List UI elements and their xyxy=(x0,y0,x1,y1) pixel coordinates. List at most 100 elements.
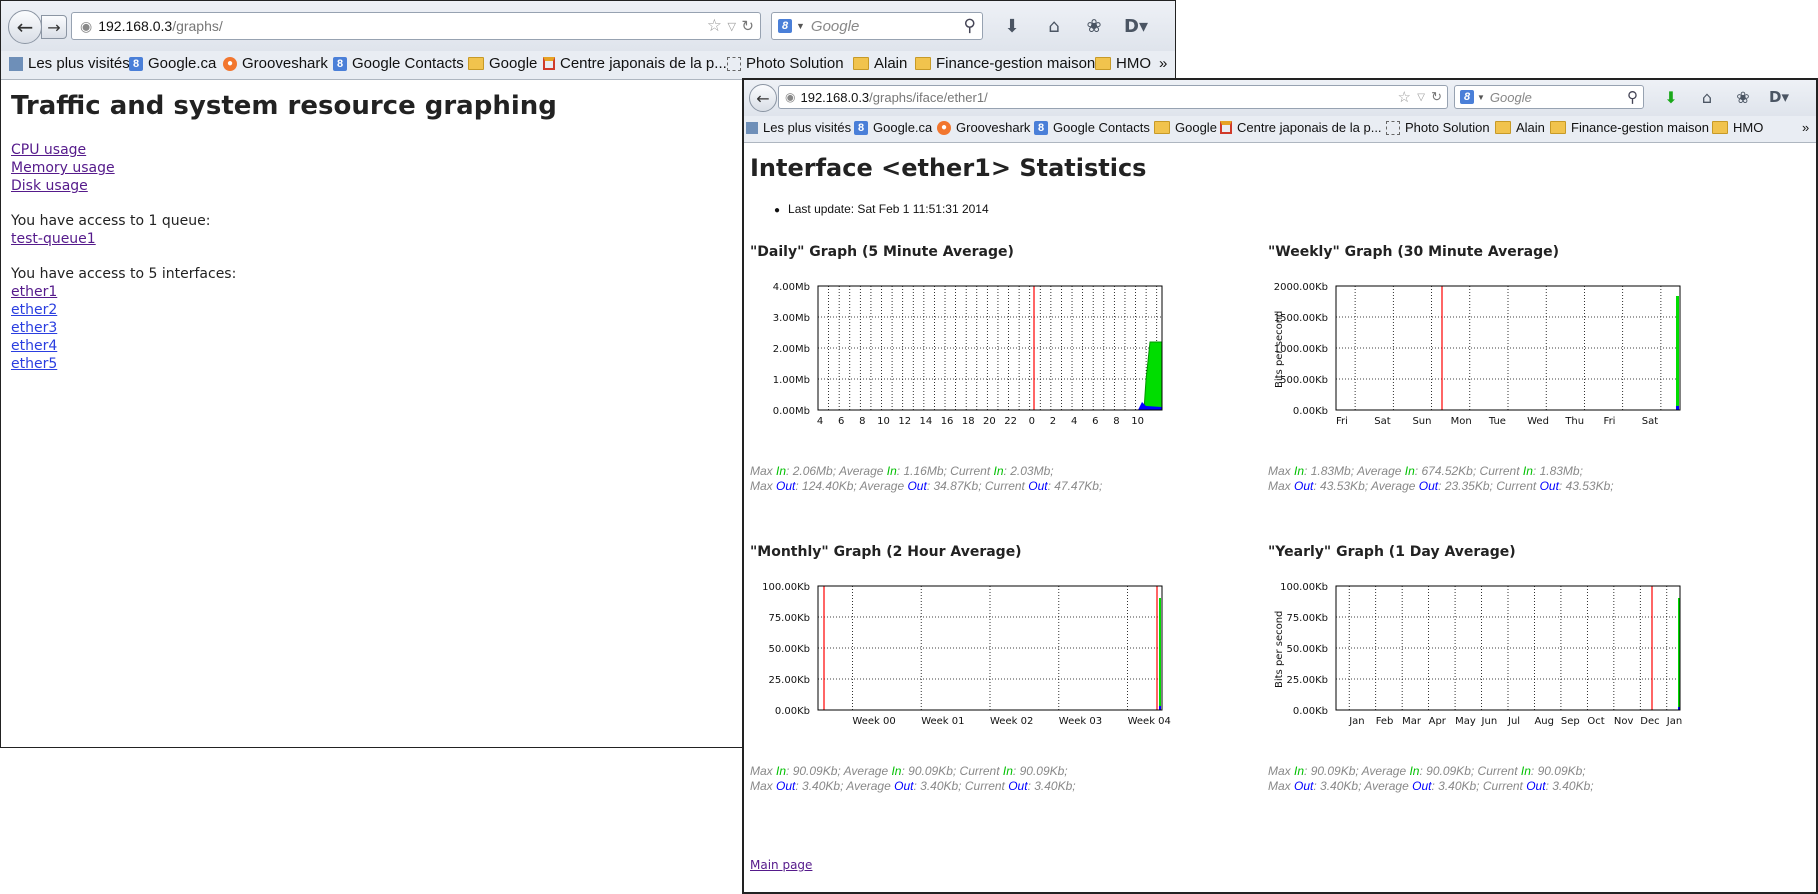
bookmark-item[interactable]: Alain xyxy=(1495,120,1545,135)
disk-usage-link[interactable]: Disk usage xyxy=(11,177,557,195)
bookmark-item[interactable]: Les plus visités xyxy=(9,55,130,72)
google-icon: 8 xyxy=(1034,120,1048,135)
engine-dropdown-icon[interactable]: ▼ xyxy=(796,21,805,31)
x-tick-label: 6 xyxy=(1092,416,1098,427)
x-tick-label: 14 xyxy=(920,416,933,427)
page-icon xyxy=(727,56,741,71)
google-engine-icon[interactable]: 8 xyxy=(1460,90,1474,104)
bookmark-item[interactable]: Finance-gestion maison xyxy=(915,55,1095,72)
bookmark-item[interactable]: ● Grooveshark xyxy=(223,55,328,72)
home-icon[interactable]: ⌂ xyxy=(1041,13,1067,39)
bookmark-item[interactable]: Centre japonais de la p... xyxy=(543,55,727,72)
x-tick-label: 6 xyxy=(838,416,844,427)
bookmark-item[interactable]: Google xyxy=(468,55,537,72)
bookmark-star-icon[interactable]: ☆ xyxy=(1398,88,1411,106)
y-axis-label: Bits per second xyxy=(1274,611,1285,688)
search-box[interactable]: 8 ▼ Google ⚲ xyxy=(771,12,983,40)
cpu-usage-link[interactable]: CPU usage xyxy=(11,141,557,159)
home-icon[interactable]: ⌂ xyxy=(1694,84,1720,110)
bookmark-item[interactable]: Photo Solution xyxy=(1386,120,1490,135)
google-icon: 8 xyxy=(129,56,143,71)
search-box[interactable]: 8 ▼ Google ⚲ xyxy=(1454,85,1644,109)
search-icon[interactable]: ⚲ xyxy=(1627,88,1638,106)
x-tick-label: Sep xyxy=(1561,716,1580,727)
bookmarks-menu-icon xyxy=(9,56,23,71)
x-tick-label: Jun xyxy=(1481,716,1498,727)
x-tick-label: 18 xyxy=(962,416,975,427)
bookmark-item[interactable]: 8 Google.ca xyxy=(854,120,932,135)
dropdown-icon[interactable]: ▽ xyxy=(728,20,736,33)
queue-link-test-queue1[interactable]: test-queue1 xyxy=(11,230,557,248)
y-tick-label: 100.00Kb xyxy=(762,582,810,593)
x-tick-label: 10 xyxy=(1131,416,1144,427)
daily-graph: 4.00Mb 3.00Mb 2.00Mb 1.00Mb 0.00Mb 4 6 8 10 12 14 1… xyxy=(773,282,1163,427)
back-button[interactable]: ← xyxy=(749,84,777,112)
yearly-graph: 100.00Kb 75.00Kb 50.00Kb 25.00Kb 0.00Kb Jan Fe… xyxy=(1274,582,1682,727)
bookmark-item[interactable]: Alain xyxy=(853,55,907,72)
back-button[interactable]: ← xyxy=(8,10,42,44)
url-bar[interactable]: ◉ 192.168.0.3/graphs/iface/ether1/ ☆ ▽ ↻ xyxy=(778,85,1448,109)
reload-icon[interactable]: ↻ xyxy=(1431,89,1442,105)
bookmark-star-icon[interactable]: ☆ xyxy=(707,16,722,36)
bookmark-item[interactable]: Les plus visités xyxy=(746,120,851,135)
x-tick-label: 4 xyxy=(1071,416,1077,427)
bookmark-item[interactable]: Centre japonais de la p... xyxy=(1220,120,1382,135)
bookmark-item[interactable]: Photo Solution xyxy=(727,55,844,72)
yearly-graph-title: "Yearly" Graph (1 Day Average) xyxy=(1268,544,1516,560)
x-tick-label: 20 xyxy=(983,416,996,427)
stats-out-line: Max Out: 3.40Kb; Average Out: 3.40Kb; Cu… xyxy=(750,779,1076,793)
x-tick-label: 4 xyxy=(817,416,823,427)
addon-icon[interactable]: ❀ xyxy=(1730,84,1756,110)
page-title: Interface <ether1> Statistics xyxy=(750,154,1147,182)
download-icon[interactable]: ⬇ xyxy=(999,13,1025,39)
reload-icon[interactable]: ↻ xyxy=(741,17,754,35)
dropdown-icon[interactable]: ▽ xyxy=(1417,92,1425,103)
dashlane-icon[interactable]: D▾ xyxy=(1766,84,1792,110)
bookmarks-overflow-chevron[interactable]: » xyxy=(1159,55,1167,72)
interface-link-ether4[interactable]: ether4 xyxy=(11,337,557,355)
bookmark-item[interactable]: 8 Google Contacts xyxy=(1034,120,1150,135)
jcc-icon xyxy=(543,57,555,70)
main-page-link[interactable]: Main page xyxy=(750,858,812,872)
memory-usage-link[interactable]: Memory usage xyxy=(11,159,557,177)
interface-link-ether3[interactable]: ether3 xyxy=(11,319,557,337)
x-tick-label: Week 03 xyxy=(1059,716,1102,727)
x-tick-label: Jan xyxy=(1666,716,1682,727)
url-bar[interactable]: ◉ 192.168.0.3/graphs/ ☆ ▽ ↻ xyxy=(71,12,761,40)
bookmark-item[interactable]: ● Grooveshark xyxy=(937,120,1030,135)
x-tick-label: Sun xyxy=(1412,416,1431,427)
weekly-stats: Max In: 1.83Mb; Average In: 674.52Kb; Cu… xyxy=(1268,464,1614,494)
x-tick-label: 22 xyxy=(1004,416,1017,427)
bookmark-item[interactable]: HMO xyxy=(1095,55,1151,72)
folder-icon xyxy=(1495,121,1511,134)
google-engine-icon[interactable]: 8 xyxy=(778,19,792,33)
bookmark-item[interactable]: Google xyxy=(1154,120,1217,135)
y-tick-label: 100.00Kb xyxy=(1280,582,1328,593)
jcc-icon xyxy=(1220,121,1232,134)
interface-link-ether2[interactable]: ether2 xyxy=(11,301,557,319)
monthly-graph: 100.00Kb 75.00Kb 50.00Kb 25.00Kb 0.00Kb Week … xyxy=(762,582,1171,727)
search-icon[interactable]: ⚲ xyxy=(964,16,976,36)
x-tick-label: Dec xyxy=(1640,716,1659,727)
interface-link-ether1[interactable]: ether1 xyxy=(11,283,557,301)
bookmarks-overflow-chevron[interactable]: » xyxy=(1802,120,1809,135)
x-tick-label: Wed xyxy=(1527,416,1549,427)
nav-toolbar: ← → ◉ 192.168.0.3/graphs/ ☆ ▽ ↻ 8 ▼ Goog… xyxy=(1,1,1175,52)
download-icon[interactable]: ⬇ xyxy=(1658,84,1684,110)
dashlane-icon[interactable]: D▾ xyxy=(1123,13,1149,39)
addon-icon[interactable]: ❀ xyxy=(1081,13,1107,39)
y-tick-label: 500.00Kb xyxy=(1280,375,1328,386)
x-tick-label: Week 00 xyxy=(852,716,895,727)
interface-link-ether5[interactable]: ether5 xyxy=(11,355,557,373)
bookmark-item[interactable]: Finance-gestion maison xyxy=(1550,120,1709,135)
x-tick-label: Mar xyxy=(1402,716,1422,727)
stats-out-line: Max Out: 124.40Kb; Average Out: 34.87Kb;… xyxy=(750,479,1103,493)
engine-dropdown-icon[interactable]: ▼ xyxy=(1477,93,1485,102)
forward-button[interactable]: → xyxy=(41,15,67,39)
folder-icon xyxy=(853,57,869,70)
bookmark-item[interactable]: 8 Google.ca xyxy=(129,55,216,72)
bookmark-item[interactable]: HMO xyxy=(1712,120,1763,135)
bookmark-item[interactable]: 8 Google Contacts xyxy=(333,55,464,72)
x-tick-label: Week 01 xyxy=(921,716,964,727)
bookmarks-menu-icon xyxy=(746,121,758,134)
